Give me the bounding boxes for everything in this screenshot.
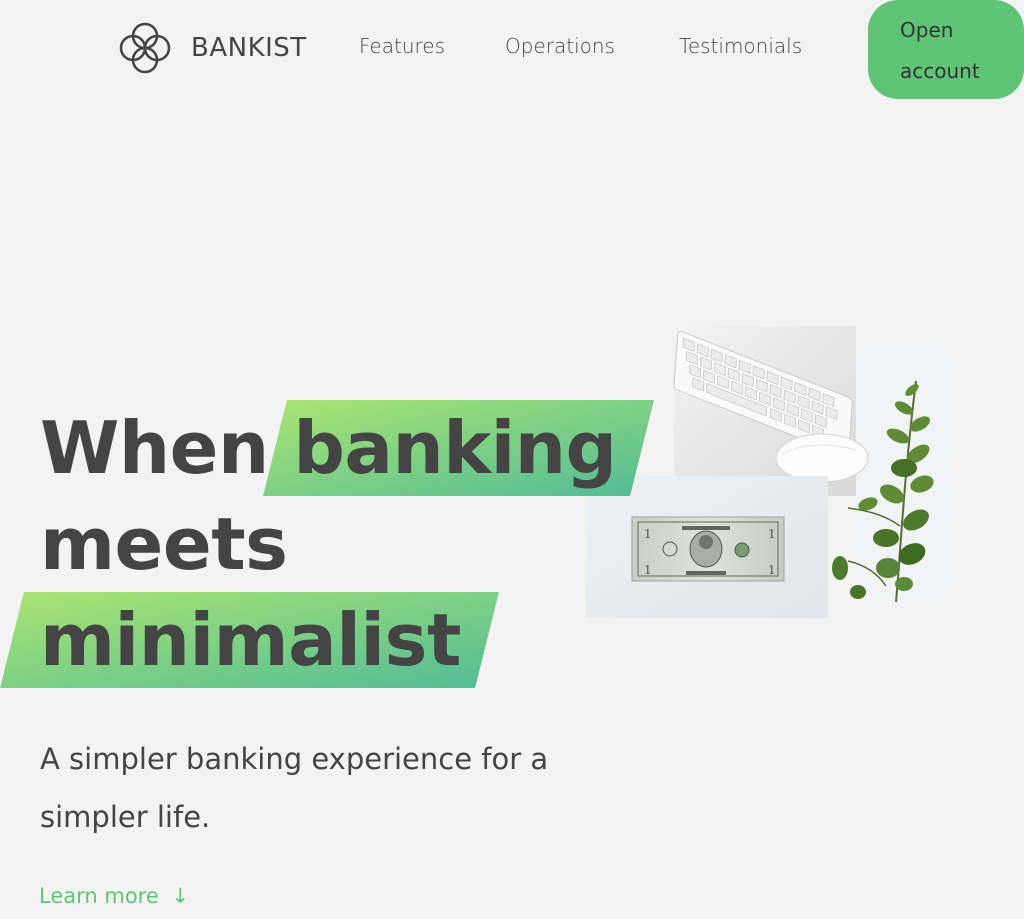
dollar-bill-illustration: 1 1 1 1 [586,476,828,618]
hero-title-line-3: minimalist [40,592,617,688]
navbar: BANKIST Features Operations Testimonials… [0,0,1024,100]
hero-highlight-banking: banking [293,400,617,496]
svg-text:1: 1 [644,527,652,541]
svg-text:1: 1 [644,563,652,577]
hero-title-line-1: When banking [40,400,617,496]
hero-image: 1 1 1 1 [586,326,952,618]
keyboard-illustration [673,326,869,496]
nav-link-features[interactable]: Features [359,34,445,58]
svg-text:1: 1 [768,563,776,577]
hero-title: When banking meets minimalist [40,400,617,688]
hero-subtitle: A simpler banking experience for a simpl… [40,742,549,834]
open-account-label-line1: Open [900,18,954,42]
hero-word-meets: meets [40,502,288,586]
open-account-label-line2: account [900,59,980,83]
learn-more-label: Learn more [39,884,159,908]
nav-link-operations[interactable]: Operations [505,34,615,58]
logo-link[interactable]: BANKIST [115,18,307,78]
open-account-button[interactable]: Open account [868,0,1024,99]
arrow-down-icon: ↓ [171,884,190,908]
nav-link-testimonials[interactable]: Testimonials [679,34,802,58]
logo-icon [119,22,171,74]
brand-name: BANKIST [191,33,307,63]
svg-text:1: 1 [768,527,776,541]
hero-title-line-2: meets [40,496,617,592]
hero-word-when: When [40,406,269,490]
hero-highlight-minimalist: minimalist [40,592,461,688]
learn-more-link[interactable]: Learn more ↓ [39,884,189,908]
